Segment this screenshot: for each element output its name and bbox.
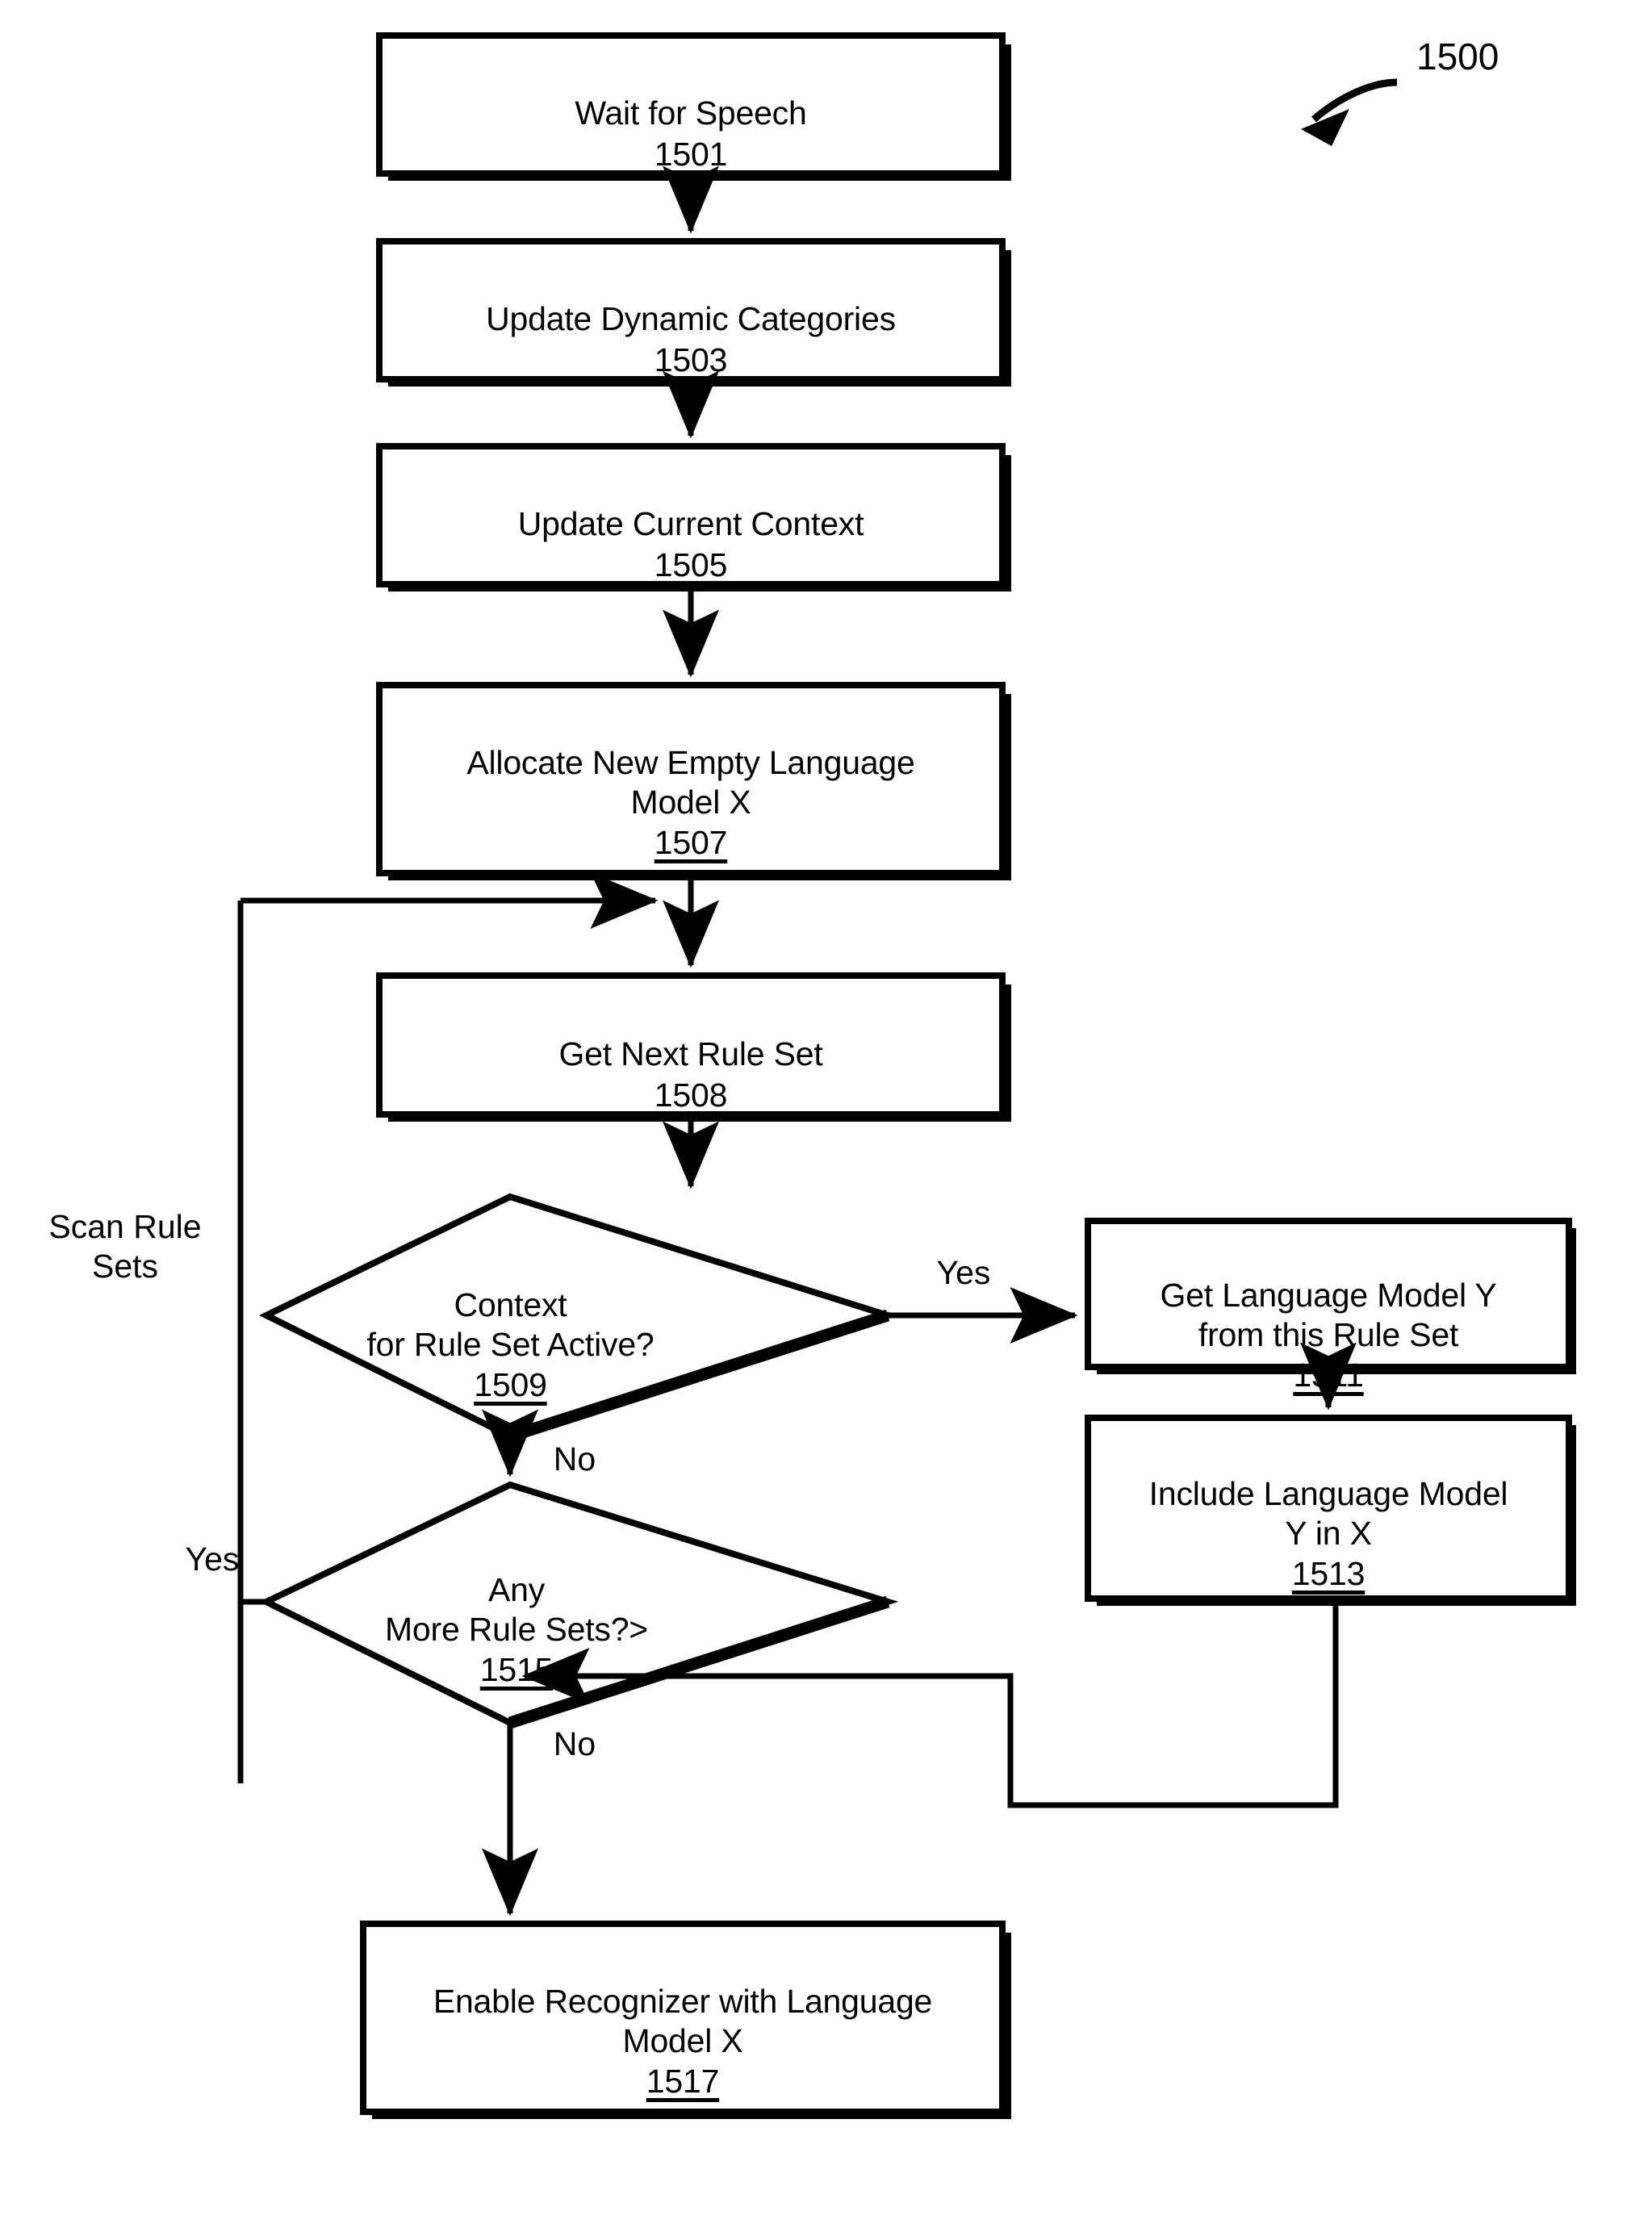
diamond-1509: [258, 1193, 899, 1440]
edge-label-no-1509: No: [553, 1440, 596, 1478]
figure-number: 1500: [1416, 36, 1499, 77]
edge-label-scan-rule-sets: Scan Rule Sets: [48, 1208, 202, 1285]
flowchart-canvas: 1500 Wait for Speech 1501 Update Dynamic…: [0, 0, 1652, 2228]
box-1507: [376, 682, 1006, 876]
box-1513: [1085, 1415, 1572, 1602]
box-1508: [376, 972, 1006, 1118]
curved-arrow-icon: [1301, 78, 1398, 146]
flowchart-graphics: [237, 32, 1576, 2119]
box-1501: [376, 32, 1006, 177]
edge-label-yes-1515: Yes: [185, 1540, 240, 1578]
box-1511: [1085, 1218, 1572, 1370]
process-boxes: [360, 32, 1572, 2115]
edge-label-yes-1509: Yes: [936, 1254, 991, 1291]
box-1505: [376, 443, 1006, 587]
diamond-1515: [258, 1481, 899, 1727]
box-1517: [360, 1921, 1006, 2115]
box-1503: [376, 238, 1006, 382]
edge-label-no-1515: No: [553, 1725, 596, 1762]
